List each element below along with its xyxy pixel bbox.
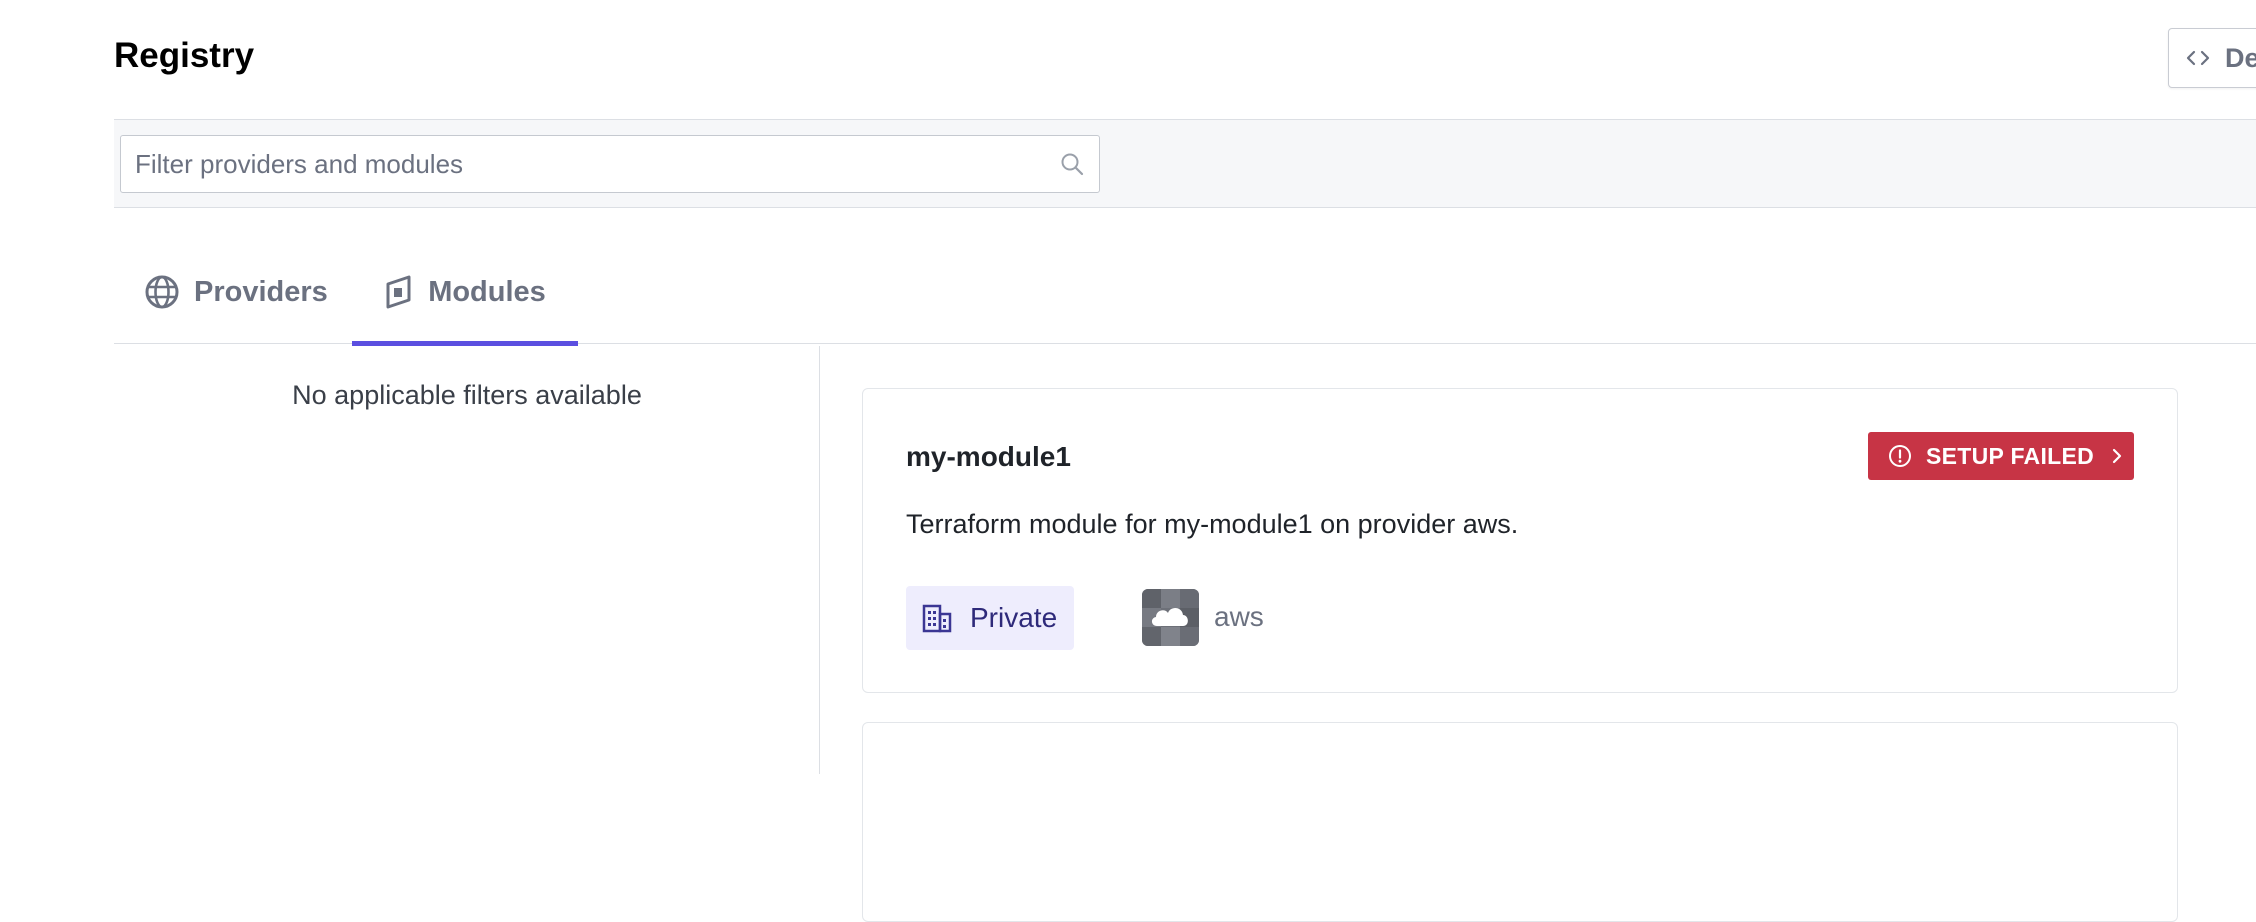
filters-sidebar: No applicable filters available	[114, 346, 820, 774]
chevron-right-icon	[2112, 448, 2122, 464]
tab-bar: Providers Modules	[114, 240, 2256, 346]
code-icon	[2186, 50, 2210, 66]
dev-button[interactable]: De	[2168, 28, 2256, 88]
visibility-badge: Private	[906, 586, 1074, 650]
search-icon	[1061, 153, 1084, 176]
search-box	[120, 135, 1100, 193]
module-card[interactable]: my-module1 SETUP FAILED Terraform module…	[862, 388, 2178, 693]
tab-providers-label: Providers	[194, 275, 328, 308]
status-badge[interactable]: SETUP FAILED	[1868, 432, 2134, 480]
tab-modules[interactable]: Modules	[352, 240, 578, 346]
cloud-icon	[1142, 589, 1199, 646]
provider-logo	[1142, 589, 1199, 646]
module-description: Terraform module for my-module1 on provi…	[906, 509, 1519, 539]
module-name[interactable]: my-module1	[906, 441, 1071, 473]
visibility-label: Private	[970, 602, 1058, 633]
building-icon	[922, 604, 952, 633]
alert-circle-icon	[1889, 445, 1911, 467]
page-title: Registry	[114, 36, 255, 75]
tab-modules-label: Modules	[428, 275, 546, 308]
module-icon	[386, 275, 411, 309]
filters-empty-message: No applicable filters available	[292, 380, 642, 410]
module-card[interactable]	[862, 722, 2178, 922]
globe-icon	[145, 275, 179, 309]
status-badge-label: SETUP FAILED	[1926, 442, 2095, 469]
tab-providers[interactable]: Providers	[144, 240, 328, 344]
provider-name: aws	[1214, 601, 1264, 632]
search-input[interactable]	[121, 136, 1099, 192]
filter-bar	[114, 119, 2256, 208]
dev-button-label: De	[2225, 42, 2256, 73]
